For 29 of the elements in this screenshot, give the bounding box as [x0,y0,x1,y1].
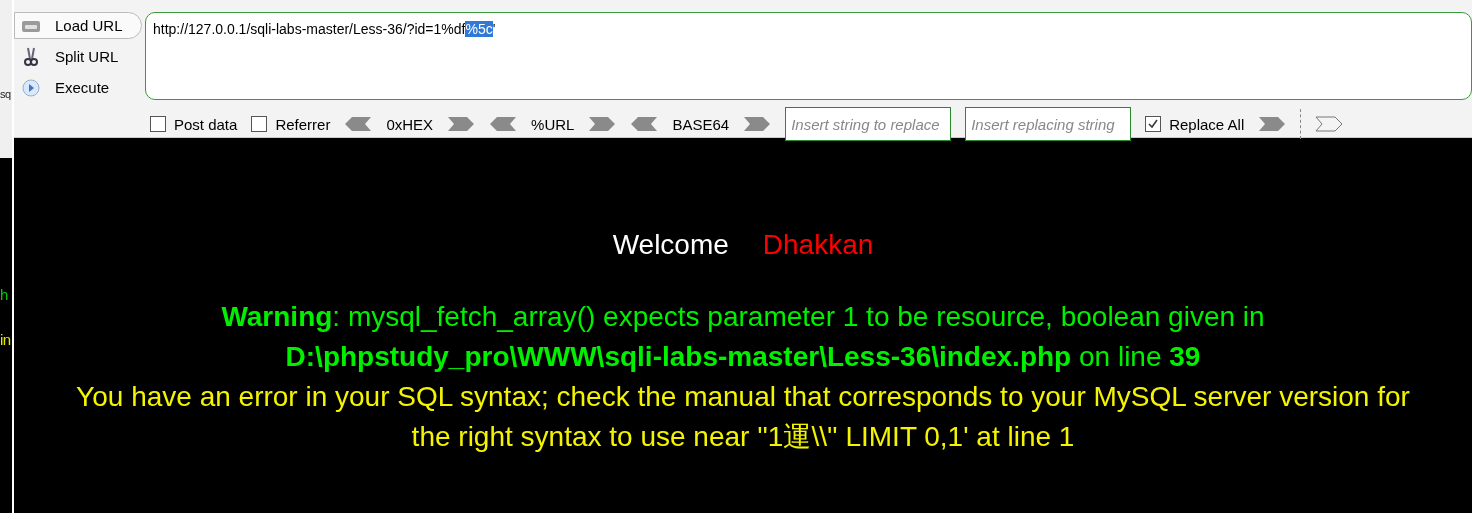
text-fragment: sq [0,88,12,100]
find-field[interactable]: Insert string to replace [785,107,952,141]
play-icon [21,77,41,98]
checkbox[interactable]: Referrer [251,115,331,133]
action-button[interactable]: Load URL [14,12,142,39]
encode-arrow-icon[interactable] [447,116,476,132]
user-name: Dhakkan [762,229,874,261]
decode-arrow-icon[interactable] [489,116,518,132]
encoder-label: 0xHEX [386,115,434,133]
encode-arrow-icon[interactable] [743,116,772,132]
checkbox[interactable]: Post data [150,115,238,133]
arrow-icon[interactable] [1258,116,1287,132]
checkbox[interactable]: Replace All [1145,115,1245,133]
encode-arrow-icon[interactable] [588,116,617,132]
text-fragment: in [0,331,12,348]
scissors-icon [21,46,41,67]
welcome-text: Welcome [612,229,729,261]
text-fragment: h [0,286,9,303]
encoder-label: BASE64 [672,115,730,133]
check-icon [1147,118,1160,130]
encoder-label: %URL [531,115,575,133]
decode-arrow-icon[interactable] [630,116,659,132]
action-button[interactable]: Split URL [14,43,142,70]
replace-field[interactable]: Insert replacing string [965,107,1132,141]
warning-message: Warning: mysql_fetch_array() expects parameter 1 to be resource, boolean given in D:\phpstudy_pro\WWW\sqli-labs-master\Less-36\index.php on line 39 [220,300,1266,374]
action-button[interactable]: Execute [14,74,142,101]
error-message: You have an error in your SQL syntax; check the manual that corresponds to your MySQL server version for the right syntax to use near ''1運\\'' LIMIT 0,1' at line 1 [75,380,1411,454]
arrow-icon[interactable] [1315,116,1344,132]
decode-arrow-icon[interactable] [344,116,373,132]
